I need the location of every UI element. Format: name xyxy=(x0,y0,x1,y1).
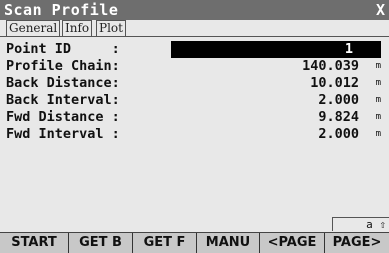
tab-info[interactable]: Info xyxy=(62,20,93,37)
back-interval-unit: m xyxy=(375,95,381,105)
next-page-button[interactable]: PAGE> xyxy=(325,233,389,253)
profile-chain-row: Profile Chain: 140.039 m xyxy=(6,58,381,75)
point-id-label: Point ID : xyxy=(6,41,120,57)
window-title: Scan Profile xyxy=(4,1,119,19)
back-distance-value[interactable]: 10.012 xyxy=(310,75,359,92)
tab-divider xyxy=(0,36,389,37)
input-mode-indicator: a ⇧ xyxy=(332,217,389,231)
tab-general[interactable]: General xyxy=(6,20,61,37)
fwd-interval-unit: m xyxy=(375,129,381,139)
back-interval-label: Back Interval: xyxy=(6,92,120,108)
point-id-row: Point ID : 1 xyxy=(6,41,381,58)
close-icon[interactable]: X xyxy=(376,1,385,19)
manual-button[interactable]: MANU xyxy=(197,233,260,253)
fwd-distance-value[interactable]: 9.824 xyxy=(318,109,359,126)
back-interval-row: Back Interval: 2.000 m xyxy=(6,92,381,109)
back-distance-row: Back Distance: 10.012 m xyxy=(6,75,381,92)
fwd-distance-row: Fwd Distance : 9.824 m xyxy=(6,109,381,126)
fwd-interval-value[interactable]: 2.000 xyxy=(318,126,359,143)
tab-plot[interactable]: Plot xyxy=(96,20,126,37)
fwd-distance-unit: m xyxy=(375,112,381,122)
back-distance-label: Back Distance: xyxy=(6,75,120,91)
profile-chain-unit: m xyxy=(375,61,381,71)
get-forward-button[interactable]: GET F xyxy=(133,233,197,253)
softkey-bar: START GET B GET F MANU <PAGE PAGE> xyxy=(0,232,389,253)
profile-chain-value[interactable]: 140.039 xyxy=(302,58,359,75)
start-button[interactable]: START xyxy=(0,233,69,253)
fwd-interval-label: Fwd Interval : xyxy=(6,126,120,142)
get-back-button[interactable]: GET B xyxy=(69,233,133,253)
fwd-interval-row: Fwd Interval : 2.000 m xyxy=(6,126,381,143)
point-id-value: 1 xyxy=(344,41,353,57)
point-id-input[interactable]: 1 xyxy=(171,41,381,58)
back-distance-unit: m xyxy=(375,78,381,88)
fwd-distance-label: Fwd Distance : xyxy=(6,109,120,125)
previous-page-button[interactable]: <PAGE xyxy=(260,233,325,253)
back-interval-value[interactable]: 2.000 xyxy=(318,92,359,109)
profile-chain-label: Profile Chain: xyxy=(6,58,120,74)
title-bar: Scan Profile X xyxy=(0,0,389,20)
